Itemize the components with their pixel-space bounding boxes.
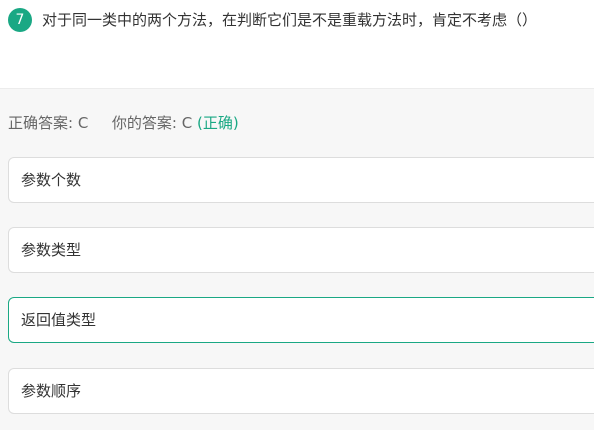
question-text: 对于同一类中的两个方法，在判断它们是不是重载方法时，肯定不考虑（） xyxy=(42,11,538,29)
correct-answer-label: 正确答案: xyxy=(8,114,74,132)
quiz-page: 7 对于同一类中的两个方法，在判断它们是不是重载方法时，肯定不考虑（） 正确答案… xyxy=(0,0,594,430)
option-d[interactable]: 参数顺序 xyxy=(8,368,594,414)
option-c-selected[interactable]: 返回值类型 xyxy=(8,297,594,343)
question-header: 7 对于同一类中的两个方法，在判断它们是不是重载方法时，肯定不考虑（） xyxy=(0,0,594,89)
option-label: 返回值类型 xyxy=(21,311,97,329)
your-answer-value: C xyxy=(181,114,193,132)
option-b[interactable]: 参数类型 xyxy=(8,227,594,273)
answer-status-correct: (正确) xyxy=(197,114,239,132)
option-label: 参数个数 xyxy=(21,171,82,189)
answer-panel: 正确答案: C 你的答案: C (正确) 参数个数 参数类型 返回值类型 参数顺… xyxy=(0,89,594,430)
question-number-badge: 7 xyxy=(8,8,32,32)
option-a[interactable]: 参数个数 xyxy=(8,157,594,203)
your-answer-label: 你的答案: xyxy=(111,114,177,132)
answer-summary: 正确答案: C 你的答案: C (正确) xyxy=(8,113,239,133)
correct-answer-value: C xyxy=(77,114,89,132)
option-label: 参数顺序 xyxy=(21,382,82,400)
option-label: 参数类型 xyxy=(21,241,82,259)
